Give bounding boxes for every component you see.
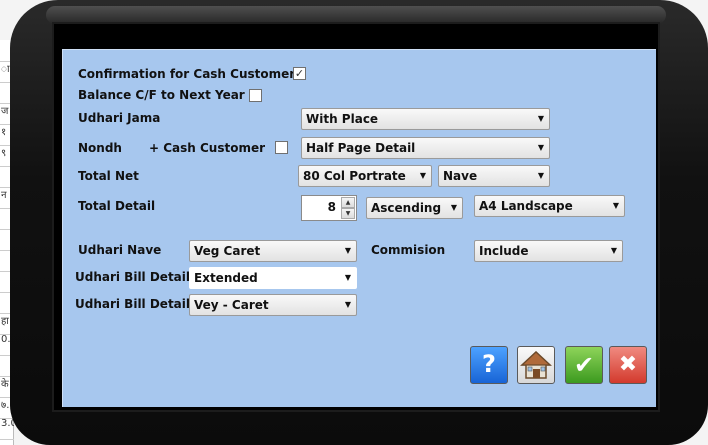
chevron-down-icon: ▼ xyxy=(537,114,544,123)
udhari-nave-select[interactable]: Veg Caret ▼ xyxy=(189,240,357,262)
chevron-down-icon: ▼ xyxy=(537,143,544,152)
total-detail-spinner[interactable]: 8 ▲ ▼ xyxy=(301,195,357,221)
udhari-jama-select[interactable]: With Place ▼ xyxy=(301,108,550,130)
total-detail-order-select[interactable]: Ascending ▼ xyxy=(366,197,463,219)
total-detail-page-value: A4 Landscape xyxy=(479,199,573,213)
udhari-bill-detail-2-label: Udhari Bill Detail xyxy=(75,297,191,311)
confirmation-cash-customer-label: Confirmation for Cash Customer xyxy=(78,67,296,81)
udhari-bill-detail-label: Udhari Bill Detail xyxy=(75,270,191,284)
total-detail-label: Total Detail xyxy=(78,199,156,213)
udhari-bill-detail-select[interactable]: Extended ▼ xyxy=(189,267,357,289)
confirmation-cash-customer-checkbox[interactable]: ✓ xyxy=(293,67,306,80)
udhari-nave-label: Udhari Nave xyxy=(78,243,162,257)
commision-label: Commision xyxy=(371,243,446,257)
chevron-down-icon: ▼ xyxy=(344,246,351,255)
close-icon: ✖ xyxy=(618,352,638,377)
help-icon: ? xyxy=(482,350,496,378)
cancel-button[interactable]: ✖ xyxy=(609,346,647,384)
settings-dialog: Confirmation for Cash Customer ✓ Balance… xyxy=(62,49,656,407)
nondh-select[interactable]: Half Page Detail ▼ xyxy=(301,137,550,159)
udhari-jama-value: With Place xyxy=(306,112,379,126)
home-icon xyxy=(520,350,552,379)
nondh-label: Nondh xyxy=(78,141,122,155)
total-detail-spin-value: 8 xyxy=(327,200,336,214)
chevron-down-icon: ▼ xyxy=(450,203,457,212)
udhari-bill-detail-2-value: Vey - Caret xyxy=(194,298,269,312)
udhari-jama-label: Udhari Jama xyxy=(78,111,161,125)
spin-down-icon[interactable]: ▼ xyxy=(341,208,355,219)
cash-customer-label: + Cash Customer xyxy=(149,141,266,155)
background-cell: 3.00 xyxy=(0,418,14,440)
home-button[interactable] xyxy=(517,346,555,384)
chevron-down-icon: ▼ xyxy=(344,273,351,282)
balance-cf-checkbox[interactable] xyxy=(249,89,262,102)
nondh-value: Half Page Detail xyxy=(306,141,416,155)
chevron-down-icon: ▼ xyxy=(612,201,619,210)
total-net-print-value: 80 Col Portrate xyxy=(303,169,406,183)
total-detail-order-value: Ascending xyxy=(371,201,442,215)
chevron-down-icon: ▼ xyxy=(344,300,351,309)
chevron-down-icon: ▼ xyxy=(610,246,617,255)
chevron-down-icon: ▼ xyxy=(537,171,544,180)
balance-cf-label: Balance C/F to Next Year xyxy=(78,88,245,102)
check-icon: ✔ xyxy=(573,351,595,379)
commision-select[interactable]: Include ▼ xyxy=(474,240,623,262)
total-net-type-value: Nave xyxy=(443,169,478,183)
cash-customer-checkbox[interactable] xyxy=(275,141,288,154)
ok-button[interactable]: ✔ xyxy=(565,346,603,384)
total-detail-page-select[interactable]: A4 Landscape ▼ xyxy=(474,195,625,217)
total-net-label: Total Net xyxy=(78,169,139,183)
udhari-nave-value: Veg Caret xyxy=(194,244,261,258)
total-net-type-select[interactable]: Nave ▼ xyxy=(438,165,550,187)
total-net-print-select[interactable]: 80 Col Portrate ▼ xyxy=(298,165,432,187)
spin-up-icon[interactable]: ▲ xyxy=(341,197,355,208)
udhari-bill-detail-value: Extended xyxy=(194,271,258,285)
udhari-bill-detail-2-select[interactable]: Vey - Caret ▼ xyxy=(189,294,357,316)
chevron-down-icon: ▼ xyxy=(419,171,426,180)
help-button[interactable]: ? xyxy=(470,346,508,384)
commision-value: Include xyxy=(479,244,529,258)
